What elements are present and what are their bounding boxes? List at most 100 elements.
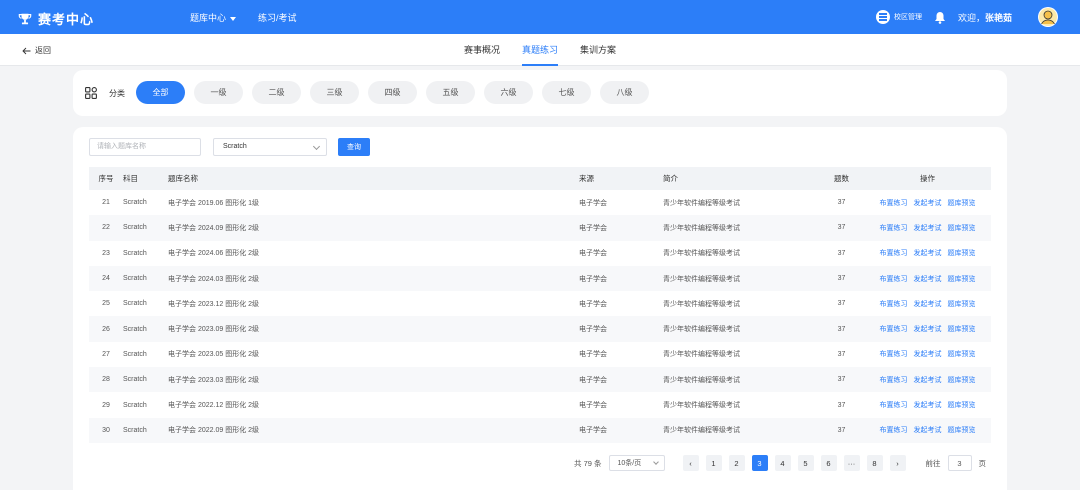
preview-bank-link[interactable]: 题库预览 [948, 276, 976, 283]
sub-nav: 返回 赛事概况 真题练习 集训方案 [0, 34, 1080, 66]
assign-practice-link[interactable]: 布置练习 [880, 200, 908, 207]
start-exam-link[interactable]: 发起考试 [914, 351, 942, 358]
tab-training-plan[interactable]: 集训方案 [580, 34, 616, 66]
chip-level-7[interactable]: 七级 [542, 81, 591, 104]
back-button[interactable]: 返回 [22, 45, 51, 56]
header-desc: 简介 [663, 174, 678, 183]
avatar[interactable] [1038, 7, 1058, 27]
cell-desc: 青少年软件编程等级考试 [663, 199, 740, 207]
back-label: 返回 [35, 46, 51, 55]
campus-menu-icon [875, 10, 890, 24]
tab-past-papers[interactable]: 真题练习 [522, 34, 559, 66]
campus-management[interactable]: 校区管理 [875, 10, 922, 24]
chip-level-5[interactable]: 五级 [426, 81, 475, 104]
back-arrow-icon [22, 47, 31, 54]
logo[interactable]: 赛考中心 [18, 9, 94, 28]
chip-level-3[interactable]: 三级 [310, 81, 359, 104]
page-5[interactable]: 5 [797, 455, 814, 471]
prev-page-button[interactable]: ‹ [682, 455, 699, 471]
cell-name: 电子学会 2024.03 图形化 2级 [168, 275, 260, 283]
cell-subject: Scratch [123, 249, 147, 257]
cell-ops: 布置练习 发起考试 题库预览 [864, 215, 991, 240]
cell-count: 37 [837, 199, 846, 207]
cell-source: 电子学会 [579, 199, 607, 207]
page-1[interactable]: 1 [705, 455, 722, 471]
assign-practice-link[interactable]: 布置练习 [880, 301, 908, 308]
assign-practice-link[interactable]: 布置练习 [880, 276, 908, 283]
start-exam-link[interactable]: 发起考试 [914, 225, 942, 232]
chip-level-1[interactable]: 一级 [194, 81, 243, 104]
preview-bank-link[interactable]: 题库预览 [948, 377, 976, 384]
assign-practice-link[interactable]: 布置练习 [880, 326, 908, 333]
page-ellipsis[interactable]: ··· [843, 455, 860, 471]
cell-count: 37 [837, 426, 846, 434]
start-exam-link[interactable]: 发起考试 [914, 377, 942, 384]
start-exam-link[interactable]: 发起考试 [914, 402, 942, 409]
top-nav: 题库中心 练习/考试 [190, 11, 297, 24]
next-page-button[interactable]: › [889, 455, 906, 471]
username[interactable]: 张艳茹 [985, 13, 1012, 23]
tab-overview[interactable]: 赛事概况 [464, 34, 500, 66]
cell-count: 37 [837, 224, 846, 232]
nav-question-bank[interactable]: 题库中心 [190, 11, 236, 24]
page-size-value: 10条/页 [617, 460, 642, 467]
page-2[interactable]: 2 [728, 455, 745, 471]
subject-select[interactable]: Scratch [213, 138, 327, 156]
cell-no: 25 [102, 300, 110, 308]
jump-page-input[interactable]: 3 [947, 455, 972, 471]
cell-ops: 布置练习 发起考试 题库预览 [864, 316, 991, 341]
preview-bank-link[interactable]: 题库预览 [948, 427, 976, 434]
query-button[interactable]: 查询 [338, 138, 370, 156]
assign-practice-link[interactable]: 布置练习 [880, 351, 908, 358]
page-4[interactable]: 4 [774, 455, 791, 471]
chip-level-2[interactable]: 二级 [252, 81, 301, 104]
assign-practice-link[interactable]: 布置练习 [880, 402, 908, 409]
cell-subject: Scratch [123, 199, 147, 207]
start-exam-link[interactable]: 发起考试 [914, 326, 942, 333]
page-3[interactable]: 3 [751, 455, 768, 471]
question-bank-table: 序号 科目 题库名称 来源 简介 题数 操作 21 Scratch 电子学会 2… [89, 167, 991, 443]
assign-practice-link[interactable]: 布置练习 [880, 225, 908, 232]
chip-level-6[interactable]: 六级 [484, 81, 533, 104]
nav-practice-exam[interactable]: 练习/考试 [258, 11, 297, 24]
search-input[interactable]: 请输入题库名称 [89, 138, 201, 156]
assign-practice-link[interactable]: 布置练习 [880, 427, 908, 434]
start-exam-link[interactable]: 发起考试 [914, 301, 942, 308]
start-exam-link[interactable]: 发起考试 [914, 250, 942, 257]
chip-all[interactable]: 全部 [136, 81, 185, 104]
preview-bank-link[interactable]: 题库预览 [948, 250, 976, 257]
cell-desc: 青少年软件编程等级考试 [663, 402, 740, 410]
trophy-icon [18, 13, 32, 24]
page-8[interactable]: 8 [866, 455, 883, 471]
assign-practice-link[interactable]: 布置练习 [880, 377, 908, 384]
pagination: 共 79 条 10条/页 ‹ 1 2 3 4 5 6 ··· 8 › 前往 3 … [574, 455, 986, 471]
preview-bank-link[interactable]: 题库预览 [948, 301, 976, 308]
header-no: 序号 [98, 174, 114, 183]
cell-no: 28 [102, 376, 110, 384]
assign-practice-link[interactable]: 布置练习 [880, 250, 908, 257]
page-size-select[interactable]: 10条/页 [608, 455, 665, 471]
cell-subject: Scratch [123, 325, 147, 333]
preview-bank-link[interactable]: 题库预览 [948, 402, 976, 409]
cell-count: 37 [837, 376, 846, 384]
cell-name: 电子学会 2023.05 图形化 2级 [168, 351, 260, 359]
start-exam-link[interactable]: 发起考试 [914, 200, 942, 207]
bell-icon[interactable] [934, 11, 946, 24]
category-grid-icon [85, 87, 97, 99]
cell-count: 37 [837, 300, 846, 308]
preview-bank-link[interactable]: 题库预览 [948, 326, 976, 333]
category-card: 分类 全部 一级 二级 三级 四级 五级 六级 七级 八级 [73, 70, 1007, 116]
chevron-down-icon [312, 142, 321, 151]
preview-bank-link[interactable]: 题库预览 [948, 225, 976, 232]
start-exam-link[interactable]: 发起考试 [914, 427, 942, 434]
preview-bank-link[interactable]: 题库预览 [948, 351, 976, 358]
start-exam-link[interactable]: 发起考试 [914, 276, 942, 283]
cell-count: 37 [837, 249, 846, 257]
table-row: 21 Scratch 电子学会 2019.06 图形化 1级 电子学会 青少年软… [89, 190, 991, 215]
preview-bank-link[interactable]: 题库预览 [948, 200, 976, 207]
chip-level-4[interactable]: 四级 [368, 81, 417, 104]
cell-name: 电子学会 2022.09 图形化 2级 [168, 427, 260, 435]
cell-no: 29 [102, 401, 110, 409]
page-6[interactable]: 6 [820, 455, 837, 471]
chip-level-8[interactable]: 八级 [600, 81, 649, 104]
